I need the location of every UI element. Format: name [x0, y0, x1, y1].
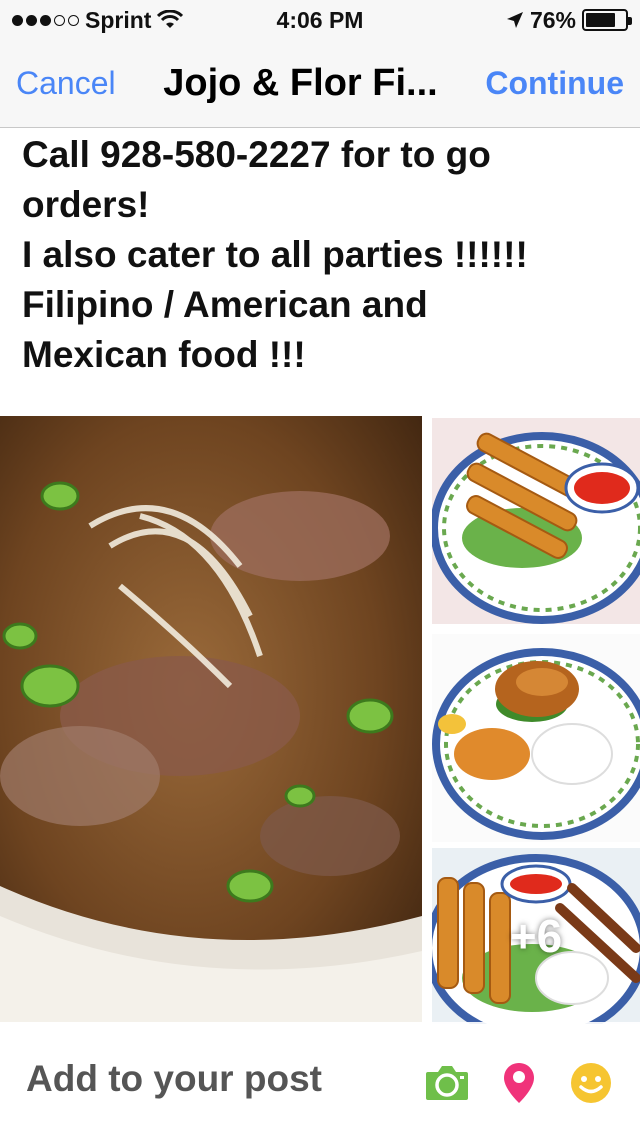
- photo-combo-plate[interactable]: +6: [432, 848, 640, 1024]
- status-bar: Sprint 4:06 PM 76%: [0, 0, 640, 40]
- status-right: 76%: [506, 6, 632, 34]
- battery-percent: 76%: [529, 6, 576, 33]
- photo-chicken-plate[interactable]: [432, 634, 640, 842]
- status-left: Sprint: [12, 6, 184, 34]
- post-text-line: Call 928-580-2227 for to go: [22, 134, 491, 175]
- photo-noodle-soup[interactable]: [0, 416, 422, 1022]
- battery-fill: [586, 13, 615, 27]
- emoji-icon[interactable]: [568, 1060, 614, 1106]
- location-arrow-icon: [506, 12, 523, 28]
- signal-dots-icon: [12, 14, 79, 26]
- camera-icon[interactable]: [424, 1060, 470, 1106]
- post-text-line: I also cater to all parties !!!!!!: [22, 234, 528, 275]
- page-title: Jojo & Flor Fi...: [163, 62, 438, 104]
- add-to-post-bar[interactable]: Add to your post: [0, 1022, 640, 1136]
- location-pin-icon[interactable]: [496, 1060, 542, 1106]
- add-to-post-label: Add to your post: [26, 1058, 322, 1099]
- carrier-label: Sprint: [85, 6, 152, 33]
- post-text-line: Mexican food !!!: [22, 334, 306, 375]
- continue-button[interactable]: Continue: [485, 65, 624, 102]
- more-photos-count: +6: [509, 910, 563, 962]
- photo-grid: +6: [0, 416, 640, 1028]
- wifi-icon: [157, 10, 184, 28]
- post-text-line: Filipino / American and: [22, 284, 428, 325]
- post-text-area[interactable]: Call 928-580-2227 for to go orders! I al…: [22, 130, 622, 380]
- cancel-button[interactable]: Cancel: [16, 65, 116, 102]
- photo-lumpia[interactable]: [432, 418, 640, 624]
- post-text-line: orders!: [22, 184, 150, 225]
- nav-bar: Cancel Jojo & Flor Fi... Continue: [0, 40, 640, 128]
- battery-icon: [582, 9, 632, 31]
